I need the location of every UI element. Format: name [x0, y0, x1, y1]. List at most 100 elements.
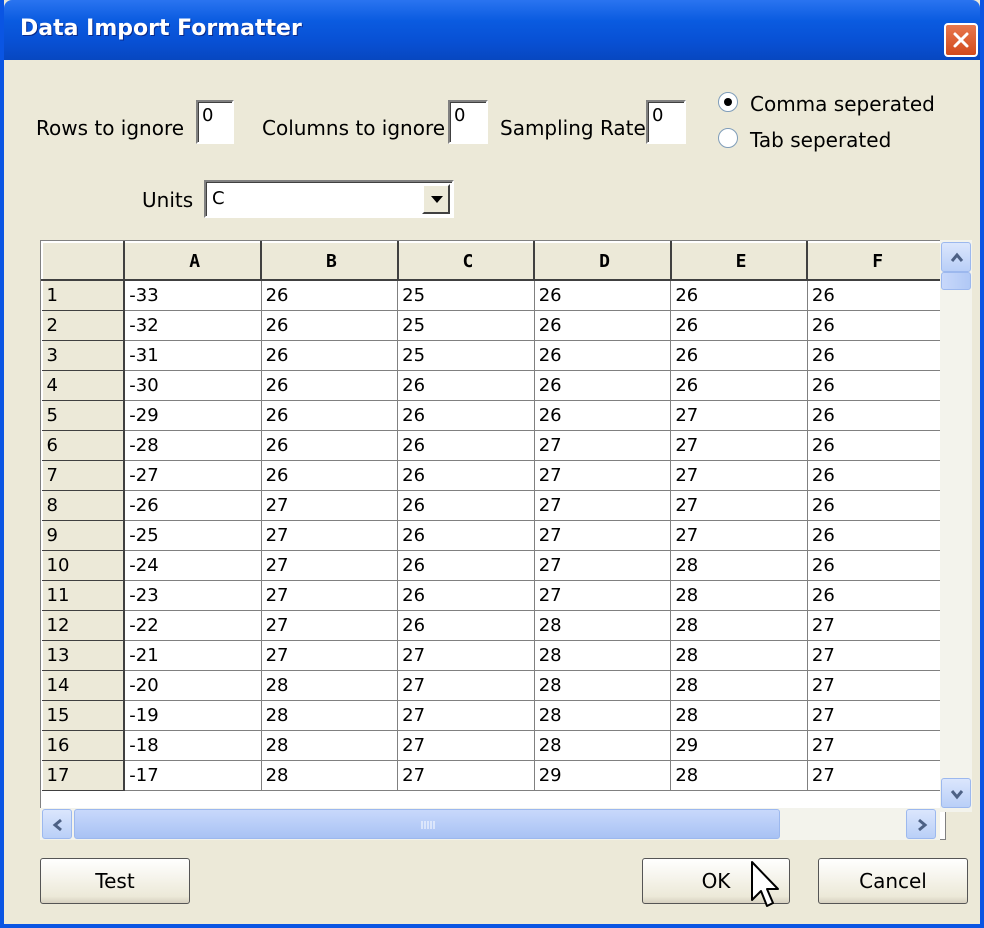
table-cell[interactable]: 26	[260, 429, 399, 461]
column-header[interactable]: B	[260, 241, 399, 281]
table-cell[interactable]: 28	[260, 699, 399, 731]
horizontal-scroll-thumb[interactable]	[74, 809, 780, 839]
table-cell[interactable]: 27	[533, 489, 672, 521]
table-cell[interactable]: 25	[397, 279, 535, 311]
table-cell[interactable]: 28	[533, 609, 672, 641]
table-cell[interactable]: 26	[806, 369, 945, 401]
table-cell[interactable]: -19	[123, 699, 262, 731]
table-cell[interactable]: 26	[397, 519, 535, 551]
table-cell[interactable]: -22	[123, 609, 262, 641]
scroll-right-button[interactable]	[906, 809, 936, 839]
sampling-rate-field[interactable]: 0	[646, 100, 686, 144]
table-cell[interactable]: 26	[806, 339, 945, 371]
title-bar[interactable]: Data Import Formatter	[4, 0, 980, 60]
table-cell[interactable]: 26	[806, 309, 945, 341]
comma-separated-radio[interactable]	[718, 92, 738, 112]
row-header[interactable]: 16	[41, 729, 126, 761]
table-cell[interactable]: 27	[260, 609, 399, 641]
table-cell[interactable]: 28	[670, 759, 808, 791]
table-cell[interactable]: 26	[533, 339, 672, 371]
vertical-scrollbar[interactable]	[940, 240, 972, 812]
table-cell[interactable]: -28	[123, 429, 262, 461]
table-cell[interactable]: 27	[806, 759, 945, 791]
table-cell[interactable]: -27	[123, 459, 262, 491]
table-cell[interactable]: -26	[123, 489, 262, 521]
table-cell[interactable]: 26	[670, 309, 808, 341]
table-cell[interactable]: -31	[123, 339, 262, 371]
vertical-scroll-thumb[interactable]	[941, 272, 971, 290]
table-cell[interactable]: 27	[533, 519, 672, 551]
table-cell[interactable]: 26	[806, 429, 945, 461]
table-cell[interactable]: 27	[260, 489, 399, 521]
table-cell[interactable]: 27	[806, 639, 945, 671]
table-cell[interactable]: 27	[670, 399, 808, 431]
table-cell[interactable]: -33	[123, 279, 262, 311]
tab-separated-label[interactable]: Tab seperated	[750, 128, 891, 152]
table-cell[interactable]: 26	[806, 459, 945, 491]
column-header[interactable]: E	[669, 241, 809, 281]
column-header[interactable]: F	[806, 241, 945, 281]
table-cell[interactable]: 27	[260, 639, 399, 671]
table-cell[interactable]: -21	[123, 639, 262, 671]
table-cell[interactable]: 27	[397, 729, 535, 761]
table-cell[interactable]: 27	[533, 459, 672, 491]
table-cell[interactable]: -24	[123, 549, 262, 581]
table-cell[interactable]: 26	[260, 339, 399, 371]
table-cell[interactable]: 26	[397, 459, 535, 491]
table-cell[interactable]: 28	[670, 699, 808, 731]
table-cell[interactable]: 28	[670, 579, 808, 611]
row-header[interactable]: 5	[41, 399, 126, 431]
comma-separated-label[interactable]: Comma seperated	[750, 92, 935, 116]
table-cell[interactable]: 26	[397, 609, 535, 641]
table-cell[interactable]: 26	[806, 579, 945, 611]
table-cell[interactable]: -29	[123, 399, 262, 431]
row-header[interactable]: 8	[41, 489, 126, 521]
table-cell[interactable]: 27	[806, 699, 945, 731]
table-cell[interactable]: 27	[533, 549, 672, 581]
table-cell[interactable]: 26	[670, 369, 808, 401]
table-cell[interactable]: 28	[260, 729, 399, 761]
row-header[interactable]: 7	[41, 459, 126, 491]
table-cell[interactable]: 29	[670, 729, 808, 761]
column-header[interactable]: C	[396, 241, 536, 281]
cancel-button[interactable]: Cancel	[818, 858, 968, 904]
table-cell[interactable]: 26	[397, 549, 535, 581]
row-header[interactable]: 17	[41, 759, 126, 791]
scroll-down-button[interactable]	[941, 778, 971, 808]
close-button[interactable]	[944, 23, 978, 57]
table-cell[interactable]: 28	[260, 669, 399, 701]
table-cell[interactable]: 26	[806, 489, 945, 521]
table-cell[interactable]: 28	[670, 669, 808, 701]
table-cell[interactable]: 28	[670, 639, 808, 671]
table-cell[interactable]: 27	[397, 639, 535, 671]
table-cell[interactable]: 26	[670, 339, 808, 371]
table-cell[interactable]: 26	[260, 279, 399, 311]
table-cell[interactable]: 26	[397, 399, 535, 431]
table-cell[interactable]: 28	[533, 699, 672, 731]
test-button[interactable]: Test	[40, 858, 190, 904]
table-cell[interactable]: 27	[806, 609, 945, 641]
table-cell[interactable]: 25	[397, 339, 535, 371]
units-dropdown-button[interactable]	[422, 184, 450, 214]
scroll-up-button[interactable]	[941, 242, 971, 272]
column-header[interactable]: D	[533, 241, 672, 281]
table-cell[interactable]: 27	[670, 429, 808, 461]
horizontal-scrollbar[interactable]	[40, 808, 940, 840]
table-cell[interactable]: 27	[533, 579, 672, 611]
table-cell[interactable]: 26	[806, 279, 945, 311]
row-header[interactable]: 13	[41, 639, 126, 671]
table-cell[interactable]: 27	[670, 489, 808, 521]
table-cell[interactable]: 26	[260, 309, 399, 341]
table-cell[interactable]: 26	[260, 459, 399, 491]
table-cell[interactable]: 28	[670, 609, 808, 641]
table-cell[interactable]: -32	[123, 309, 262, 341]
table-cell[interactable]: -23	[123, 579, 262, 611]
table-cell[interactable]: 28	[670, 549, 808, 581]
corner-header-cell[interactable]	[41, 241, 126, 281]
table-cell[interactable]: 27	[806, 669, 945, 701]
row-header[interactable]: 1	[41, 279, 126, 311]
table-cell[interactable]: 28	[533, 729, 672, 761]
row-header[interactable]: 11	[41, 579, 126, 611]
table-cell[interactable]: -18	[123, 729, 262, 761]
row-header[interactable]: 2	[41, 309, 126, 341]
